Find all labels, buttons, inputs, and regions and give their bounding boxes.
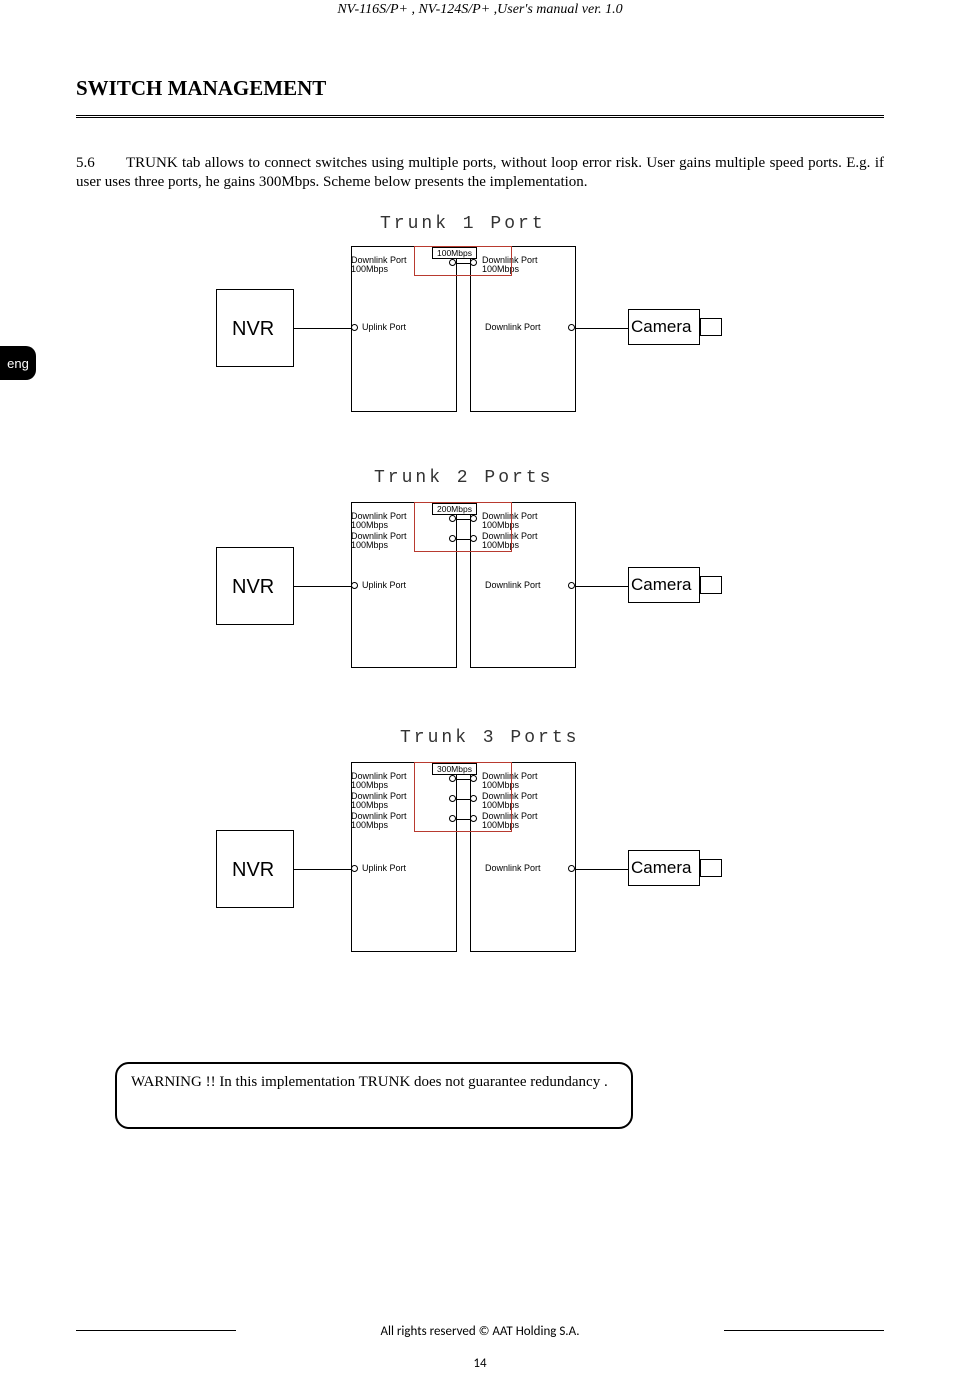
camera-label-2: Camera [631, 575, 691, 595]
line-sw-cam-1 [576, 328, 628, 329]
nvr-box-3: NVR [216, 830, 294, 908]
uplink-label-2: Uplink Port [362, 581, 406, 590]
camera-lens-1 [700, 318, 722, 336]
warning-box: WARNING !! In this implementation TRUNK … [115, 1062, 633, 1129]
downlink-label-3: Downlink Port [485, 864, 541, 873]
line-sw-cam-2 [576, 586, 628, 587]
nvr-label-1: NVR [232, 318, 274, 341]
speed-3: 300Mbps [432, 763, 477, 775]
camera-box-1: Camera [628, 309, 700, 345]
speed-1: 100Mbps [432, 247, 477, 259]
section-title: SWITCH MANAGEMENT [76, 76, 960, 101]
uplink-label-1: Uplink Port [362, 323, 406, 332]
diagrams-area: Trunk 1 Port NVR Camera Uplink Port Down… [0, 214, 960, 1034]
downlink-dot-1 [568, 324, 575, 331]
line-nvr-sw-1 [294, 328, 351, 329]
left-port-label-3c: Downlink Port 100Mbps [351, 812, 407, 831]
camera-lens-3 [700, 859, 722, 877]
section-number: 5.6 [76, 154, 126, 173]
line-nvr-sw-2 [294, 586, 351, 587]
line-sw-cam-3 [576, 869, 628, 870]
speed-2: 200Mbps [432, 503, 477, 515]
body-paragraph: 5.6TRUNK tab allows to connect switches … [76, 154, 884, 192]
downlink-label-1: Downlink Port [485, 323, 541, 332]
footer-text: All rights reserved © AAT Holding S.A. [0, 1324, 960, 1339]
section-rule [76, 115, 884, 118]
nvr-label-2: NVR [232, 576, 274, 599]
diagram-title-1: Trunk 1 Port [380, 214, 546, 234]
uplink-dot-3 [351, 865, 358, 872]
diagram-title-3: Trunk 3 Ports [400, 728, 579, 748]
uplink-dot-2 [351, 582, 358, 589]
uplink-label-3: Uplink Port [362, 864, 406, 873]
camera-label-1: Camera [631, 317, 691, 337]
downlink-dot-3 [568, 865, 575, 872]
camera-box-2: Camera [628, 567, 700, 603]
left-port-label-3b: Downlink Port 100Mbps [351, 792, 407, 811]
camera-box-3: Camera [628, 850, 700, 886]
uplink-dot-1 [351, 324, 358, 331]
diagram-title-2: Trunk 2 Ports [374, 468, 553, 488]
nvr-box-1: NVR [216, 289, 294, 367]
left-port-label-3a: Downlink Port 100Mbps [351, 772, 407, 791]
downlink-dot-2 [568, 582, 575, 589]
page-number: 14 [0, 1356, 960, 1371]
camera-lens-2 [700, 576, 722, 594]
camera-label-3: Camera [631, 858, 691, 878]
body-text: TRUNK tab allows to connect switches usi… [76, 155, 884, 190]
nvr-label-3: NVR [232, 859, 274, 882]
downlink-label-2: Downlink Port [485, 581, 541, 590]
warning-text: WARNING !! In this implementation TRUNK … [131, 1074, 608, 1090]
left-port-label-2a: Downlink Port 100Mbps [351, 512, 407, 531]
left-port-label-1: Downlink Port 100Mbps [351, 256, 407, 275]
left-port-label-2b: Downlink Port 100Mbps [351, 532, 407, 551]
doc-header: NV-116S/P+ , NV-124S/P+ ,User's manual v… [0, 0, 960, 18]
line-nvr-sw-3 [294, 869, 351, 870]
nvr-box-2: NVR [216, 547, 294, 625]
